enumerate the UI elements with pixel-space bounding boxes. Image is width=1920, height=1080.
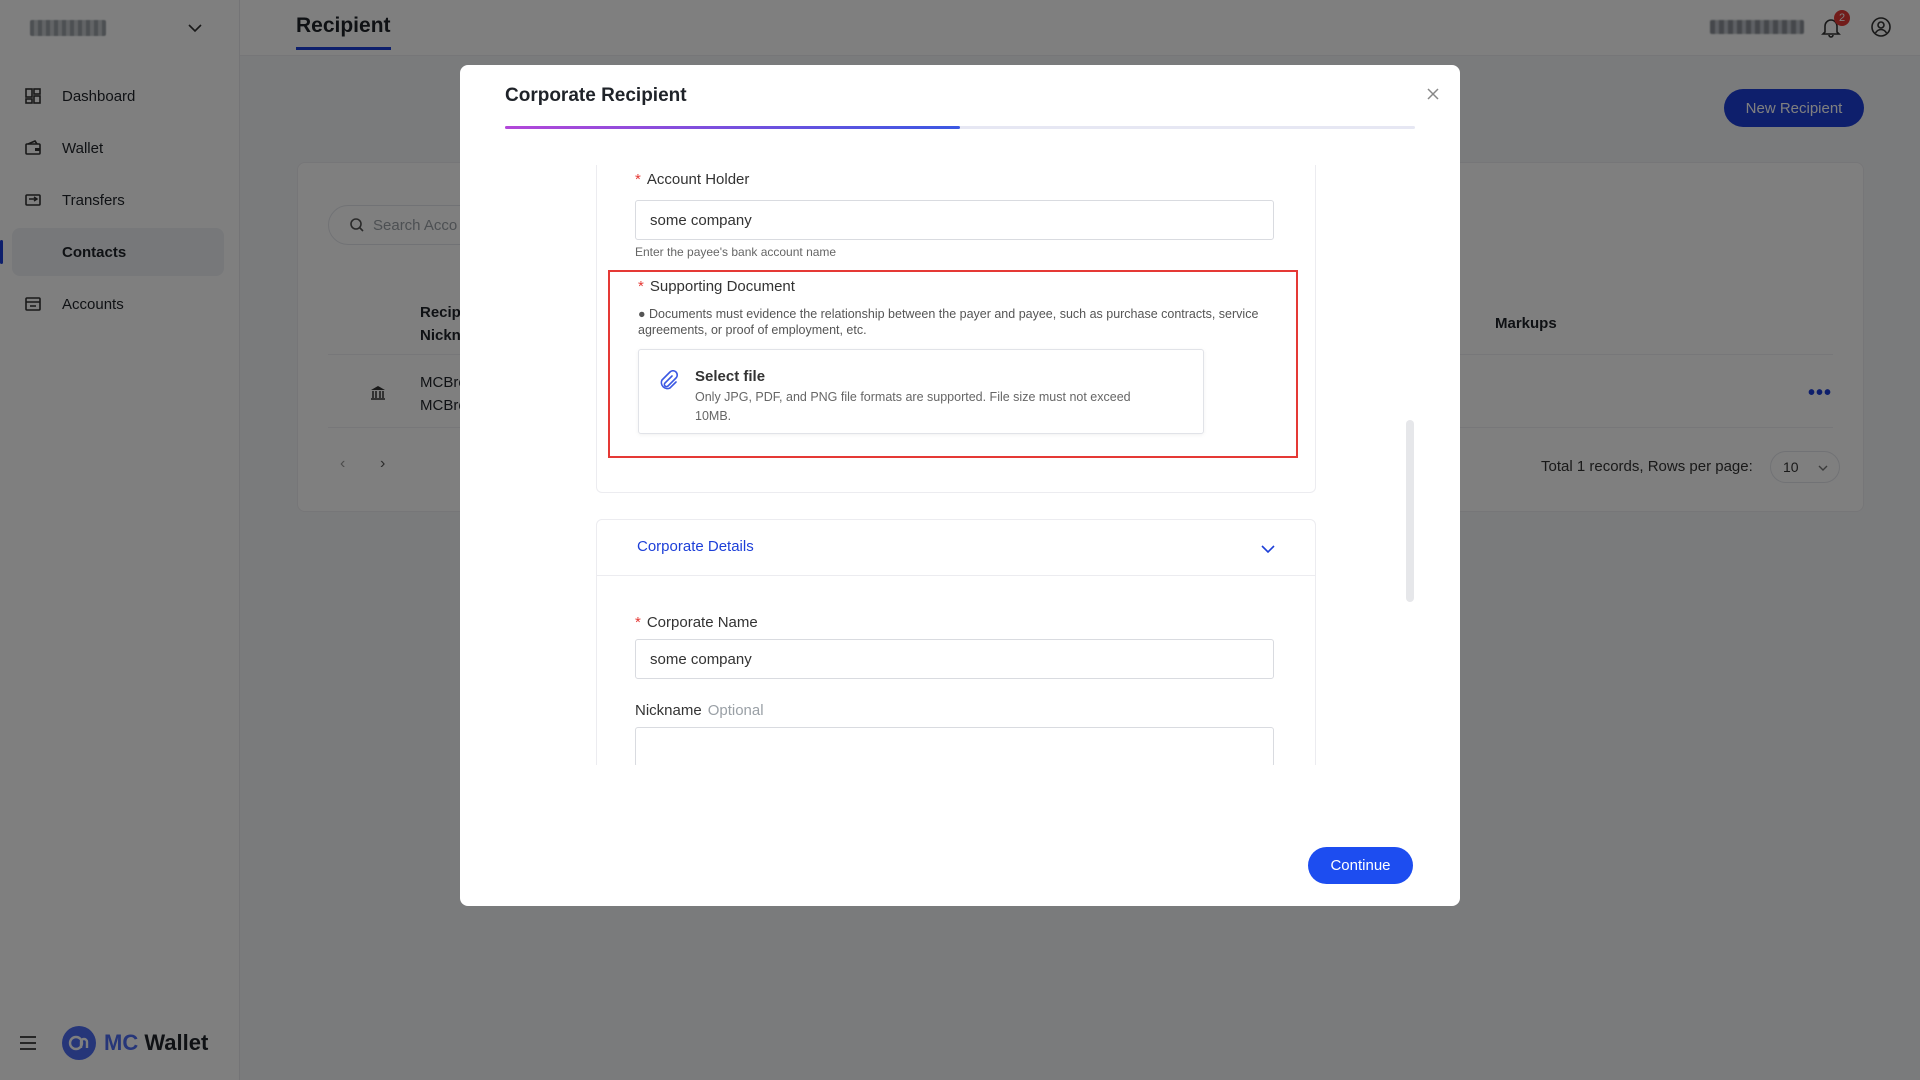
corporate-details-header[interactable]: Corporate Details [597,520,1315,576]
supporting-document-label: * Supporting Document [638,278,795,295]
corporate-name-input[interactable] [635,639,1274,679]
modal-scroll-area[interactable]: * Account Holder Enter the payee's bank a… [460,165,1460,765]
nickname-label-text: Nickname [635,702,702,719]
corporate-name-label-text: Corporate Name [646,614,758,631]
corporate-recipient-modal: Corporate Recipient * Account Holder Ente… [460,65,1460,906]
select-file-button[interactable]: Select file Only JPG, PDF, and PNG file … [638,349,1204,434]
required-marker: * [635,171,641,188]
required-marker: * [635,614,641,631]
supporting-document-label-text: Supporting Document [649,278,795,295]
required-marker: * [638,278,644,295]
account-holder-label-text: Account Holder [646,171,750,188]
supporting-document-section: * Supporting Document ● Documents must ev… [608,270,1298,458]
scrollbar[interactable] [1406,420,1414,602]
close-icon[interactable] [1426,87,1440,101]
account-holder-input[interactable] [635,200,1274,240]
nickname-optional: Optional [707,702,764,719]
select-file-title: Select file [695,368,766,385]
chevron-down-icon [1261,545,1275,554]
account-holder-hint: Enter the payee's bank account name [635,245,837,259]
step-progress-fill [505,126,960,129]
corporate-name-label: * Corporate Name [635,614,758,631]
paperclip-icon [660,370,679,390]
corporate-details-card: Corporate Details * Corporate Name Nickna… [596,519,1316,765]
step-progress [505,126,1415,129]
modal-title: Corporate Recipient [505,85,687,106]
supporting-document-description: ● Documents must evidence the relationsh… [638,307,1259,337]
account-holder-label: * Account Holder [635,171,749,188]
continue-button[interactable]: Continue [1308,847,1413,884]
select-file-hint: Only JPG, PDF, and PNG file formats are … [695,390,1131,423]
nickname-label: Nickname Optional [635,702,764,719]
nickname-input[interactable] [635,727,1274,765]
corporate-details-title: Corporate Details [637,538,754,555]
